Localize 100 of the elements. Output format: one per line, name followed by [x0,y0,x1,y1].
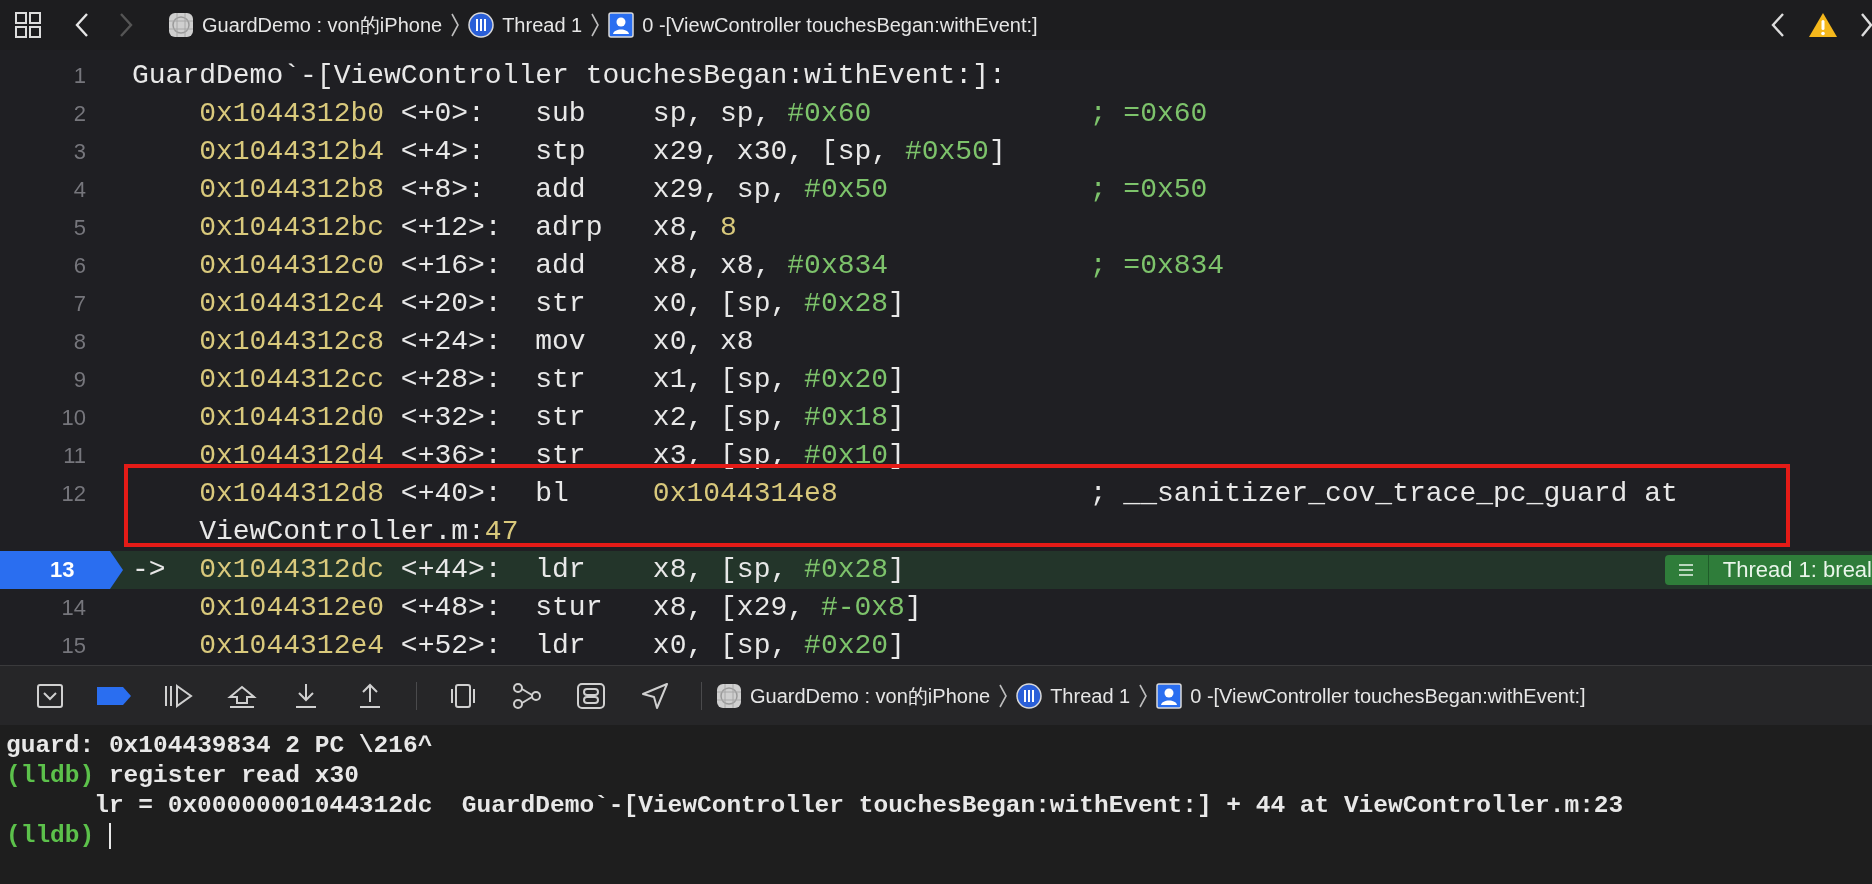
console-prompt: (lldb) [6,762,95,789]
instruction-offset: <+36>: [400,440,502,471]
code-comment: ; =0x60 [1089,97,1208,131]
instruction-address: 0x1044312b8 [199,174,385,205]
line-number: 12 [60,480,86,508]
instruction-mnemonic: str [535,364,586,395]
thread-icon [1016,682,1043,709]
line-number: 6 [72,252,86,280]
instruction-operands: x29, x30, [sp, #0x50] [652,136,1006,167]
instruction-address: 0x1044312e0 [199,592,385,623]
app-icon [716,682,742,709]
location-icon[interactable] [641,681,669,710]
chevron-icon [998,682,1009,709]
instruction-offset: <+16>: [400,250,502,281]
view-hierarchy-icon[interactable] [449,681,477,710]
breakpoint-icon[interactable] [96,685,132,706]
menu-icon[interactable] [1678,563,1695,577]
instruction-mnemonic: add [535,250,586,281]
instruction-address: 0x1044312d0 [199,402,385,433]
instruction-offset: <+48>: [400,592,502,623]
instruction-operands: 0x1044314e8 [652,478,838,509]
console-output: lr = 0x00000001044312dc GuardDemo`-[ViewController touchesBegan:withEvent:] + 44 at ViewController.m:23 [94,792,1624,819]
line-number: 9 [72,366,86,394]
warning-icon[interactable] [1808,11,1838,39]
person-icon [1156,682,1183,709]
instruction-offset: <+28>: [400,364,502,395]
line-number: 4 [72,176,86,204]
instruction-mnemonic: add [535,174,586,205]
line-number: 2 [72,100,86,128]
pc-arrow: -> [132,554,166,585]
instruction-mnemonic: stp [535,136,586,167]
code-comment: ViewController.m:47 [199,515,519,549]
instruction-mnemonic: ldr [535,630,586,661]
thread-icon [468,12,495,38]
back-icon[interactable] [1770,12,1786,38]
code-comment: ; =0x50 [1089,173,1208,207]
console-command: register read x30 [108,762,359,789]
line-number: 14 [60,594,86,622]
breadcrumb-item[interactable]: 0 -[ViewController touchesBegan:withEvent:] [1190,680,1586,711]
instruction-offset: <+44>: [400,554,502,585]
instruction-mnemonic: str [535,402,586,433]
instruction-address: 0x1044312d4 [199,440,385,471]
instruction-mnemonic: adrp [535,212,603,243]
memory-graph-icon[interactable] [512,681,542,710]
program-counter-marker: 13 [0,551,123,589]
instruction-operands: x8, x8, #0x834 [652,250,889,281]
instruction-operands: x0, [sp, #0x28] [652,288,905,319]
instruction-offset: <+12>: [400,212,502,243]
step-into-icon[interactable] [293,681,319,710]
instruction-address: 0x1044312c4 [199,288,385,319]
toggles-icon[interactable] [576,681,606,710]
breadcrumb-item[interactable]: Thread 1 [1050,680,1131,711]
instruction-address: 0x1044312cc [199,364,385,395]
continue-icon[interactable] [163,682,193,709]
instruction-offset: <+20>: [400,288,502,319]
hide-console-icon[interactable] [36,682,64,709]
instruction-operands: x29, sp, #0x50 [652,174,889,205]
instruction-offset: <+4>: [400,136,485,167]
instruction-address: 0x1044312b0 [199,98,385,129]
instruction-offset: <+32>: [400,402,502,433]
code-line: GuardDemo`-[ViewController touchesBegan:withEvent:]: [132,59,1006,93]
console-output: guard: 0x104439834 2 PC \216^ [6,732,433,759]
line-number: 15 [60,632,86,660]
grid-icon[interactable] [14,11,42,39]
instruction-mnemonic: str [535,440,586,471]
instruction-offset: <+24>: [400,326,502,357]
instruction-mnemonic: ldr [535,554,586,585]
console-prompt: (lldb) [6,822,95,849]
instruction-operands: x0, [sp, #0x20] [652,630,905,661]
line-number: 1 [72,62,86,90]
breadcrumb-item[interactable]: 0 -[ViewController touchesBegan:withEvent:] [642,10,1038,40]
instruction-mnemonic: str [535,288,586,319]
line-number: 8 [72,328,86,356]
code-comment: ; __sanitizer_cov_trace_pc_guard at [1089,477,1678,511]
instruction-address: 0x1044312e4 [199,630,385,661]
instruction-address: 0x1044312dc [199,554,385,585]
forward-icon[interactable] [1860,12,1872,38]
instruction-operands: x8, [x29, #-0x8] [652,592,922,623]
thread-status-badge[interactable]: Thread 1: breal [1664,555,1872,585]
instruction-operands: x2, [sp, #0x18] [652,402,905,433]
instruction-operands: sp, sp, #0x60 [652,98,872,129]
chevron-icon [1138,682,1149,709]
chevron-icon [590,12,601,38]
person-icon [608,12,635,38]
step-out-icon[interactable] [357,681,383,710]
instruction-operands: x0, x8 [652,326,754,357]
instruction-address: 0x1044312b4 [199,136,385,167]
instruction-operands: x1, [sp, #0x20] [652,364,905,395]
instruction-mnemonic: mov [535,326,586,357]
app-icon [168,12,194,38]
back-icon[interactable] [74,12,90,38]
instruction-address: 0x1044312d8 [199,478,385,509]
instruction-address: 0x1044312c0 [199,250,385,281]
instruction-offset: <+52>: [400,630,502,661]
instruction-mnemonic: bl [535,478,569,509]
instruction-mnemonic: sub [535,98,586,129]
line-number: 11 [62,442,86,470]
breadcrumb-item[interactable]: GuardDemo : von的iPhone [202,10,443,40]
breadcrumb-item[interactable]: Thread 1 [502,10,583,40]
breadcrumb-item[interactable]: GuardDemo : von的iPhone [750,680,991,711]
